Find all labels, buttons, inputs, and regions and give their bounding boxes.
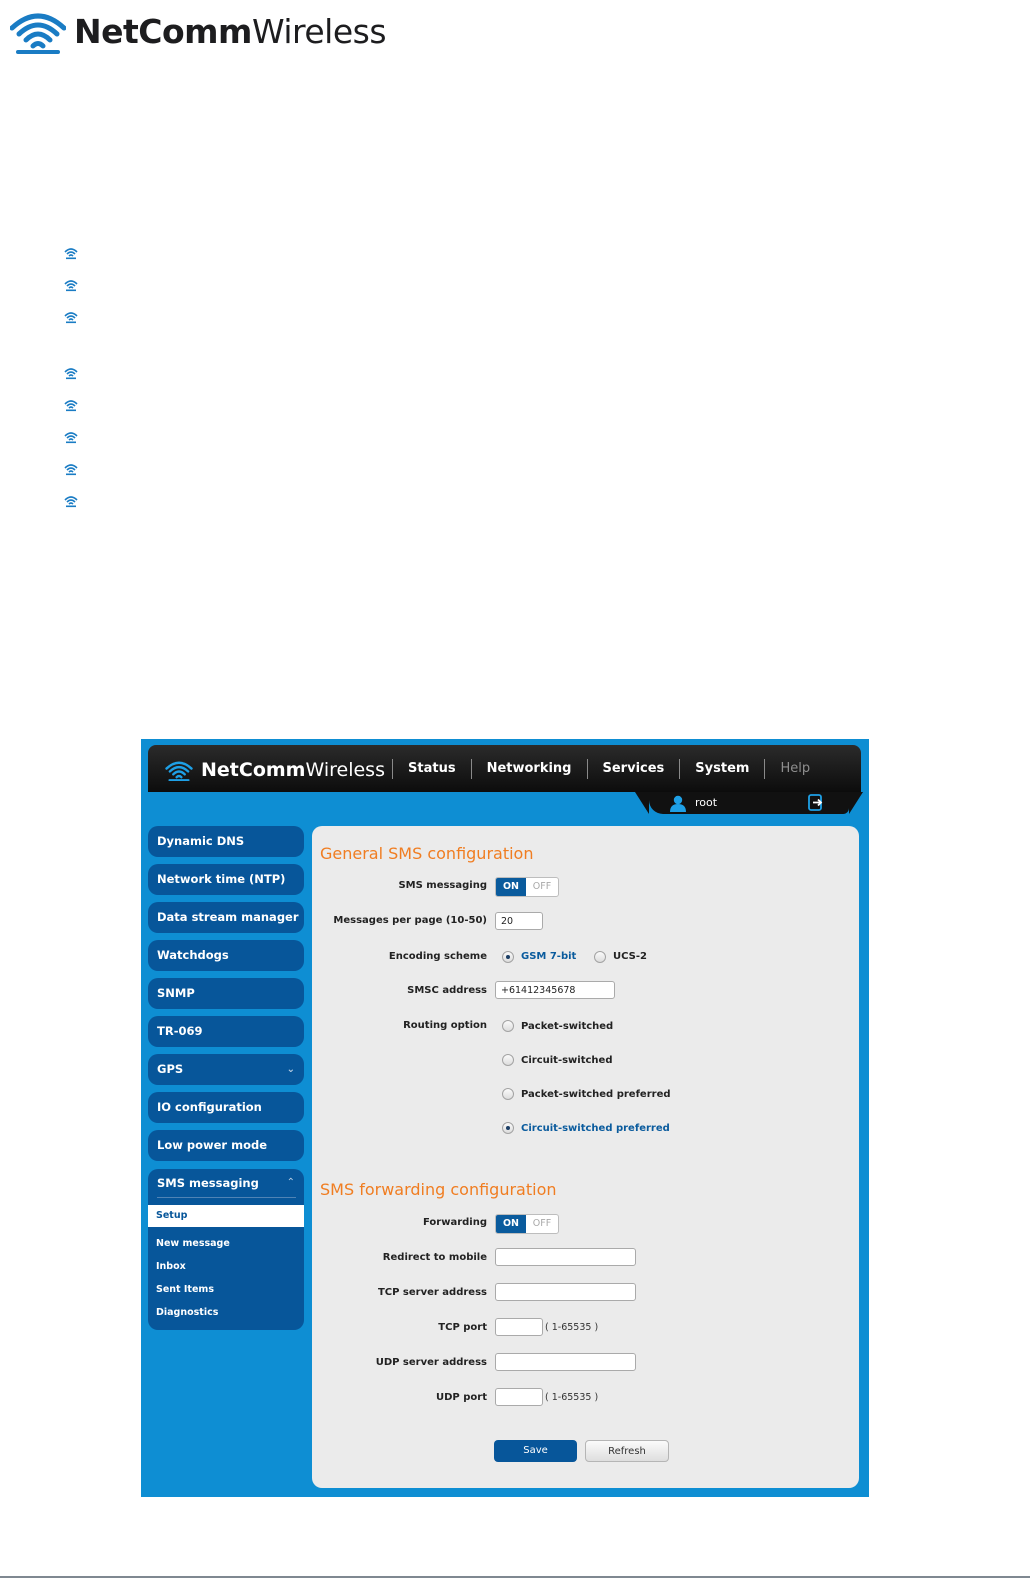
document-logo: NetCommWireless [10,6,387,56]
toggle-off: OFF [532,1218,552,1229]
refresh-button[interactable]: Refresh [585,1440,669,1462]
sidebar-item-io-configuration[interactable]: IO configuration [148,1092,304,1123]
nav-networking[interactable]: Networking [470,758,587,779]
sidebar-item-watchdogs[interactable]: Watchdogs [148,940,304,971]
tcp-server-address-input[interactable] [495,1283,636,1301]
routing-packet-switched-preferred-label: Packet-switched preferred [521,1089,671,1100]
toggle-on: ON [496,878,526,896]
brand-text: NetCommWireless [201,758,385,781]
sidebar-item-data-stream-manager[interactable]: Data stream manager [148,902,304,933]
section-title-general: General SMS configuration [320,844,534,863]
sidebar-group-sms-messaging: SMS messaging ⌃ Setup New message Inbox … [148,1169,304,1330]
sidebar-sub-item-diagnostics[interactable]: Diagnostics [156,1307,218,1318]
content-panel: General SMS configuration SMS messaging … [312,826,859,1488]
udp-server-address-input[interactable] [495,1353,636,1371]
smsc-address-input[interactable]: +61412345678 [495,981,615,999]
tcp-port-label: TCP port [438,1322,487,1333]
sidebar-item-low-power-mode[interactable]: Low power mode [148,1130,304,1161]
section-title-forwarding: SMS forwarding configuration [320,1180,557,1199]
tcp-port-hint: ( 1-65535 ) [545,1322,599,1333]
sidebar-sub-item-inbox[interactable]: Inbox [156,1261,186,1272]
user-icon [670,795,686,812]
main-nav: Status Networking Services System Help [392,745,825,792]
bullet-icon [63,493,79,508]
routing-option-label: Routing option [403,1020,487,1031]
redirect-to-mobile-label: Redirect to mobile [382,1252,487,1263]
tcp-port-input[interactable] [495,1318,543,1336]
toggle-off: OFF [532,881,552,892]
tcp-server-address-label: TCP server address [377,1287,487,1298]
divider [157,1197,296,1198]
udp-port-input[interactable] [495,1388,543,1406]
nav-system[interactable]: System [679,758,764,779]
routing-packet-switched-label: Packet-switched [521,1021,614,1032]
sms-messaging-toggle[interactable]: ON OFF [495,877,559,897]
page-divider [0,1576,1030,1578]
document-logo-text: NetCommWireless [74,11,387,51]
router-ui-screenshot: NetCommWireless Status Networking Servic… [141,739,869,1497]
bullet-icon [63,429,79,444]
smsc-address-label: SMSC address [407,985,487,996]
chevron-up-icon[interactable]: ⌃ [287,1177,295,1189]
sidebar-sub-item-new-message[interactable]: New message [156,1238,230,1249]
bullet-icon [63,277,79,292]
routing-packet-switched-preferred-radio[interactable] [502,1088,514,1100]
sidebar-item-dynamic-dns[interactable]: Dynamic DNS [148,826,304,857]
toggle-on: ON [496,1215,526,1233]
sidebar-item-tr069[interactable]: TR-069 [148,1016,304,1047]
sidebar-item-snmp[interactable]: SNMP [148,978,304,1009]
encoding-gsm7-label: GSM 7-bit [521,951,577,962]
udp-port-label: UDP port [436,1392,487,1403]
routing-circuit-switched-label: Circuit-switched [521,1055,613,1066]
udp-server-address-label: UDP server address [375,1357,487,1368]
encoding-ucs2-radio[interactable] [594,951,606,963]
sidebar-item-gps[interactable]: GPS ⌄ [148,1054,304,1085]
encoding-ucs2-label: UCS-2 [613,951,647,962]
routing-packet-switched-radio[interactable] [502,1020,514,1032]
routing-circuit-switched-preferred-radio[interactable] [502,1122,514,1134]
sidebar-group-title[interactable]: SMS messaging [157,1169,259,1198]
sidebar-item-label: GPS [157,1062,184,1076]
bullet-icon [63,309,79,324]
forwarding-toggle[interactable]: ON OFF [495,1214,559,1234]
bullet-icon [63,245,79,260]
bullet-icon [63,461,79,476]
wireless-logo-icon [10,13,66,54]
messages-per-page-input[interactable]: 20 [495,912,543,930]
nav-help[interactable]: Help [764,758,825,779]
brand: NetCommWireless [164,758,385,782]
forwarding-label: Forwarding [422,1217,487,1228]
routing-circuit-switched-radio[interactable] [502,1054,514,1066]
sidebar-sub-item-sent-items[interactable]: Sent Items [156,1284,214,1295]
udp-port-hint: ( 1-65535 ) [545,1392,599,1403]
logout-icon[interactable] [808,794,824,811]
sidebar-sub-item-setup[interactable]: Setup [148,1205,304,1227]
user-bar: root [635,792,863,814]
save-button[interactable]: Save [494,1440,577,1462]
encoding-scheme-label: Encoding scheme [388,951,487,962]
chevron-down-icon: ⌄ [286,1064,295,1075]
routing-circuit-switched-preferred-label: Circuit-switched preferred [521,1123,670,1134]
sidebar-item-network-time[interactable]: Network time (NTP) [148,864,304,895]
bullet-icon [63,365,79,380]
nav-status[interactable]: Status [392,758,471,779]
wireless-logo-icon [165,761,193,782]
messages-per-page-label: Messages per page (10-50) [333,915,487,926]
sms-messaging-label: SMS messaging [398,880,487,891]
encoding-gsm7-radio[interactable] [502,951,514,963]
user-name: root [695,796,718,809]
nav-services[interactable]: Services [586,758,680,779]
redirect-to-mobile-input[interactable] [495,1248,636,1266]
top-navigation-bar: NetCommWireless Status Networking Servic… [148,745,861,792]
bullet-icon [63,397,79,412]
